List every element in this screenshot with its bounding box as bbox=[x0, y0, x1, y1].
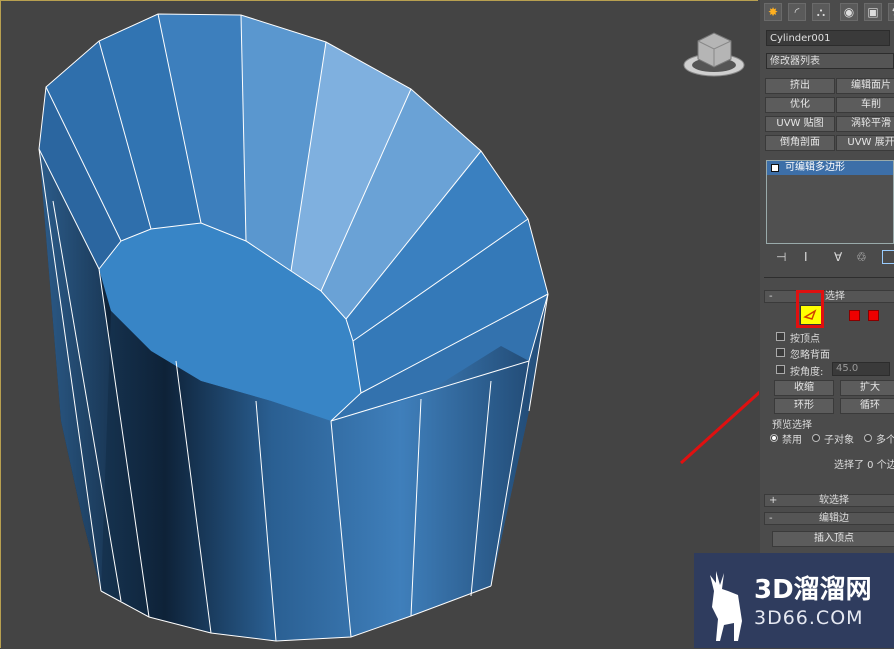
preview-option-label: 多个 bbox=[876, 435, 894, 446]
preview-option-label: 禁用 bbox=[782, 435, 802, 446]
utilities-tab-icon[interactable]: ⚒ bbox=[888, 3, 894, 21]
object-name-field[interactable]: Cylinder001 bbox=[766, 30, 890, 46]
modifier-button[interactable]: 倒角剖面 bbox=[765, 135, 835, 151]
view-cube-icon bbox=[683, 32, 745, 77]
by-angle-label: 按角度: bbox=[790, 367, 824, 378]
stack-item-editable-poly[interactable]: 可编辑多边形 bbox=[767, 161, 893, 175]
annotation-arrow bbox=[679, 390, 759, 465]
modifier-button[interactable]: 挤出 bbox=[765, 78, 835, 94]
preview-off-radio[interactable] bbox=[770, 434, 778, 442]
highlight-box bbox=[796, 290, 824, 328]
loop-button[interactable]: 循环 bbox=[840, 398, 894, 414]
polygon-subobject-icon[interactable] bbox=[849, 310, 860, 321]
preview-selection-label: 预览选择 bbox=[772, 420, 812, 431]
modifier-button[interactable]: UVW 展开 bbox=[836, 135, 894, 151]
ignore-backfacing-checkbox[interactable] bbox=[776, 348, 785, 357]
preview-option-label: 子对象 bbox=[824, 435, 854, 446]
modifier-button[interactable]: 编辑面片 bbox=[836, 78, 894, 94]
configure-sets-icon[interactable] bbox=[882, 250, 894, 264]
make-unique-icon[interactable]: ∀ bbox=[834, 250, 842, 264]
angle-input[interactable]: 45.0 bbox=[832, 362, 890, 376]
motion-tab-icon[interactable]: ◉ bbox=[840, 3, 858, 21]
preview-multi-radio[interactable] bbox=[864, 434, 872, 442]
collapse-icon: - bbox=[769, 291, 773, 302]
show-end-result-icon[interactable]: Ⅰ bbox=[804, 250, 808, 264]
viewport-canvas bbox=[38, 13, 759, 642]
by-vertex-label: 按顶点 bbox=[790, 334, 820, 345]
collapse-icon: - bbox=[769, 513, 773, 524]
separator bbox=[764, 277, 894, 278]
by-vertex-checkbox[interactable] bbox=[776, 332, 785, 341]
ignore-backfacing-label: 忽略背面 bbox=[790, 350, 830, 361]
edit-edges-rollout-header[interactable]: - 编辑边 bbox=[764, 512, 894, 525]
remove-modifier-icon[interactable]: ♲ bbox=[856, 250, 867, 264]
expand-icon: + bbox=[769, 495, 778, 506]
watermark-url: 3D66.COM bbox=[754, 607, 864, 629]
modifier-list-dropdown[interactable]: 修改器列表 bbox=[766, 53, 894, 69]
insert-vertex-button[interactable]: 插入顶点 bbox=[772, 531, 894, 547]
hierarchy-tab-icon[interactable]: ⛬ bbox=[812, 3, 830, 21]
by-angle-checkbox[interactable] bbox=[776, 365, 785, 374]
modifier-button[interactable]: 优化 bbox=[765, 97, 835, 113]
rollout-title: 选择 bbox=[825, 291, 845, 302]
rollout-title: 软选择 bbox=[819, 495, 849, 506]
create-tab-icon[interactable]: ✸ bbox=[764, 3, 782, 21]
selection-status-text: 选择了 0 个边 bbox=[834, 460, 894, 471]
watermark: 3D溜溜网 3D66.COM bbox=[694, 553, 894, 648]
command-panel: ✸ ◜ ⛬ ◉ ▣ ⚒ Cylinder001 修改器列表 挤出 编辑面片 优化… bbox=[760, 0, 894, 648]
watermark-brand: 3D溜溜网 bbox=[754, 575, 872, 605]
rollout-title: 编辑边 bbox=[819, 513, 849, 524]
selection-rollout-header[interactable]: - 选择 bbox=[764, 290, 894, 303]
modifier-button[interactable]: UVW 贴图 bbox=[765, 116, 835, 132]
modifier-stack[interactable]: 可编辑多边形 bbox=[766, 160, 894, 244]
viewport[interactable] bbox=[0, 0, 759, 648]
modifier-button[interactable]: 涡轮平滑 bbox=[836, 116, 894, 132]
expand-icon[interactable] bbox=[771, 164, 779, 172]
soft-selection-rollout-header[interactable]: + 软选择 bbox=[764, 494, 894, 507]
display-tab-icon[interactable]: ▣ bbox=[864, 3, 882, 21]
preview-subobject-radio[interactable] bbox=[812, 434, 820, 442]
element-subobject-icon[interactable] bbox=[868, 310, 879, 321]
stack-item-label: 可编辑多边形 bbox=[785, 162, 845, 173]
ring-button[interactable]: 环形 bbox=[774, 398, 834, 414]
pin-stack-icon[interactable]: ⊣ bbox=[776, 250, 786, 264]
grow-button[interactable]: 扩大 bbox=[840, 380, 894, 396]
deer-logo-icon bbox=[710, 571, 742, 641]
shrink-button[interactable]: 收缩 bbox=[774, 380, 834, 396]
modify-tab-icon[interactable]: ◜ bbox=[788, 3, 806, 21]
modifier-button[interactable]: 车削 bbox=[836, 97, 894, 113]
